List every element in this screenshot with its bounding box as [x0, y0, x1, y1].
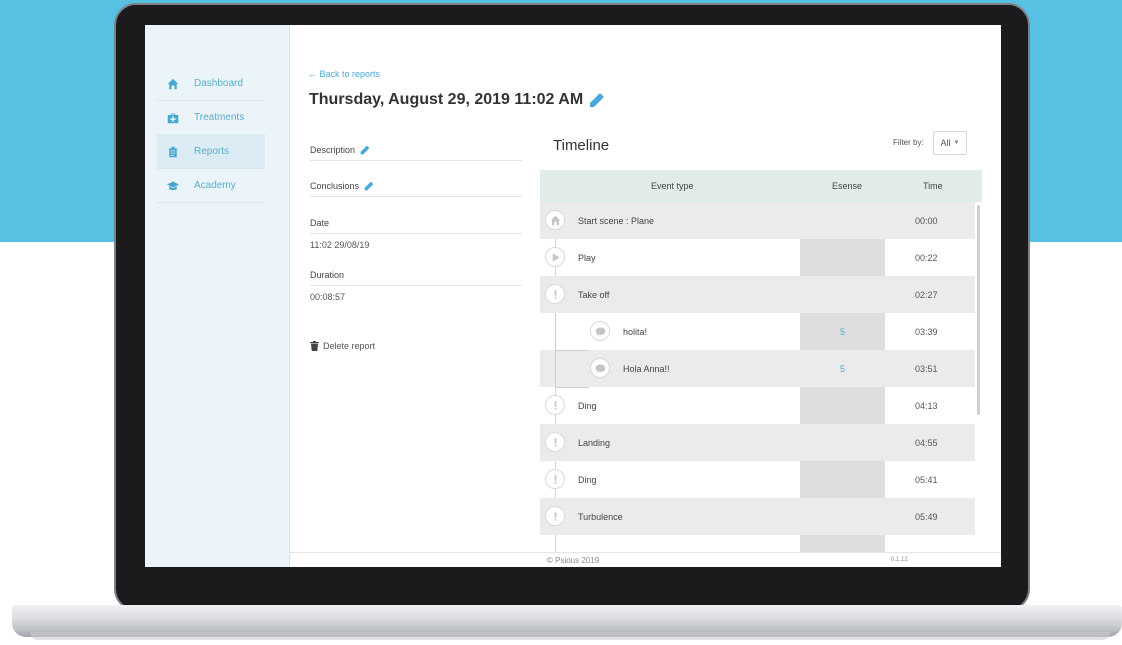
event-time: 05:49 — [915, 512, 938, 522]
event-label: Landing — [578, 438, 611, 448]
event-label: Play — [578, 253, 596, 263]
event-label: Turbulence — [578, 512, 623, 522]
event-label: Take off — [578, 290, 610, 300]
event-time: 04:55 — [915, 438, 938, 448]
duration-value: 00:08:57 — [310, 292, 346, 302]
table-row[interactable]: Ding 05:41 — [540, 461, 975, 498]
event-time: 04:13 — [915, 401, 938, 411]
column-header-esense: Esense — [832, 181, 863, 191]
date-label: Date — [310, 218, 330, 228]
app-screen: Dashboard Treatments Reports Academy ← B… — [145, 25, 1001, 567]
column-header-time: Time — [923, 181, 943, 191]
sidebar-item-label: Treatments — [194, 112, 245, 123]
event-time: 00:00 — [915, 216, 938, 226]
page-title: Thursday, August 29, 2019 11:02 AM — [309, 91, 605, 109]
alert-icon — [545, 469, 565, 489]
table-row[interactable]: Ding 04:13 — [540, 387, 975, 424]
trash-icon — [310, 341, 319, 351]
report-title: Thursday, August 29, 2019 11:02 AM — [309, 91, 584, 108]
alert-icon — [545, 506, 565, 526]
version-text: 0.1.12 — [891, 557, 908, 563]
timeline-title: Timeline — [553, 137, 610, 154]
esense-value: 5 — [840, 364, 846, 374]
table-row[interactable]: Start scene : Plane 00:00 — [540, 202, 975, 239]
play-icon — [545, 247, 565, 267]
event-time: 05:41 — [915, 475, 938, 485]
laptop-base-shadow — [30, 632, 1110, 640]
clipboard-icon — [165, 144, 181, 160]
delete-report-label: Delete report — [323, 341, 376, 351]
home-icon — [545, 210, 565, 230]
graduation-cap-icon — [165, 178, 181, 194]
medkit-icon — [165, 110, 181, 126]
event-label: Ding — [578, 401, 597, 411]
alert-icon — [545, 432, 565, 452]
sidebar-item-treatments[interactable]: Treatments — [157, 101, 265, 135]
filter-select[interactable]: All ▼ — [933, 131, 967, 155]
conclusions-label: Conclusions — [310, 181, 360, 191]
sidebar: Dashboard Treatments Reports Academy — [145, 25, 290, 567]
alert-icon — [545, 395, 565, 415]
child-connector-horizontal — [555, 350, 589, 351]
date-field: Date 11:02 29/08/19 — [310, 218, 522, 250]
chat-bubble-icon — [590, 321, 610, 341]
table-row[interactable]: Hola Anna!! 5 03:51 — [540, 350, 975, 387]
back-to-reports-link[interactable]: ← Back to reports — [308, 69, 380, 79]
table-row[interactable]: Take off 02:27 — [540, 276, 975, 313]
duration-field: Duration 00:08:57 — [310, 270, 522, 302]
description-field: Description — [310, 145, 522, 161]
sidebar-item-reports[interactable]: Reports — [157, 135, 265, 169]
esense-value: 5 — [840, 327, 846, 337]
table-row[interactable]: Turbulence 05:49 — [540, 498, 975, 535]
duration-label: Duration — [310, 270, 345, 280]
conclusions-field: Conclusions — [310, 181, 522, 197]
edit-title-pencil-icon[interactable] — [589, 92, 605, 108]
table-row[interactable]: Landing 04:55 — [540, 424, 975, 461]
description-label: Description — [310, 145, 356, 155]
filter-label: Filter by: — [893, 138, 924, 147]
sidebar-item-label: Academy — [194, 180, 236, 191]
delete-report-button[interactable]: Delete report — [310, 341, 375, 351]
event-time: 02:27 — [915, 290, 938, 300]
event-label: Hola Anna!! — [623, 364, 670, 374]
event-label: Start scene : Plane — [578, 216, 655, 226]
table-row[interactable]: holita! 5 03:39 — [540, 313, 975, 350]
table-header: Event type Esense Time — [540, 170, 982, 202]
event-time: 03:51 — [915, 364, 938, 374]
date-value: 11:02 29/08/19 — [310, 240, 370, 250]
event-time: 03:39 — [915, 327, 938, 337]
home-icon — [165, 76, 181, 92]
sidebar-item-label: Reports — [194, 146, 230, 157]
table-row[interactable]: Play 00:22 — [540, 239, 975, 276]
edit-conclusions-pencil-icon[interactable] — [364, 181, 374, 191]
sidebar-item-dashboard[interactable]: Dashboard — [157, 67, 265, 101]
edit-description-pencil-icon[interactable] — [360, 145, 370, 155]
event-label: Ding — [578, 475, 597, 485]
sidebar-item-label: Dashboard — [194, 78, 243, 89]
column-header-event-type: Event type — [651, 181, 694, 191]
caret-down-icon: ▼ — [953, 140, 960, 146]
filter-selected-value: All — [940, 138, 951, 148]
child-connector-horizontal — [555, 387, 589, 388]
copyright-text: © Psious 2019 — [547, 556, 600, 565]
event-time: 00:22 — [915, 253, 938, 263]
timeline-table: Event type Esense Time Start scene : Pla… — [540, 170, 982, 565]
alert-icon — [545, 284, 565, 304]
event-label: holita! — [623, 327, 648, 337]
timeline-scrollbar[interactable] — [977, 205, 980, 415]
chat-bubble-icon — [590, 358, 610, 378]
sidebar-item-academy[interactable]: Academy — [157, 169, 265, 203]
